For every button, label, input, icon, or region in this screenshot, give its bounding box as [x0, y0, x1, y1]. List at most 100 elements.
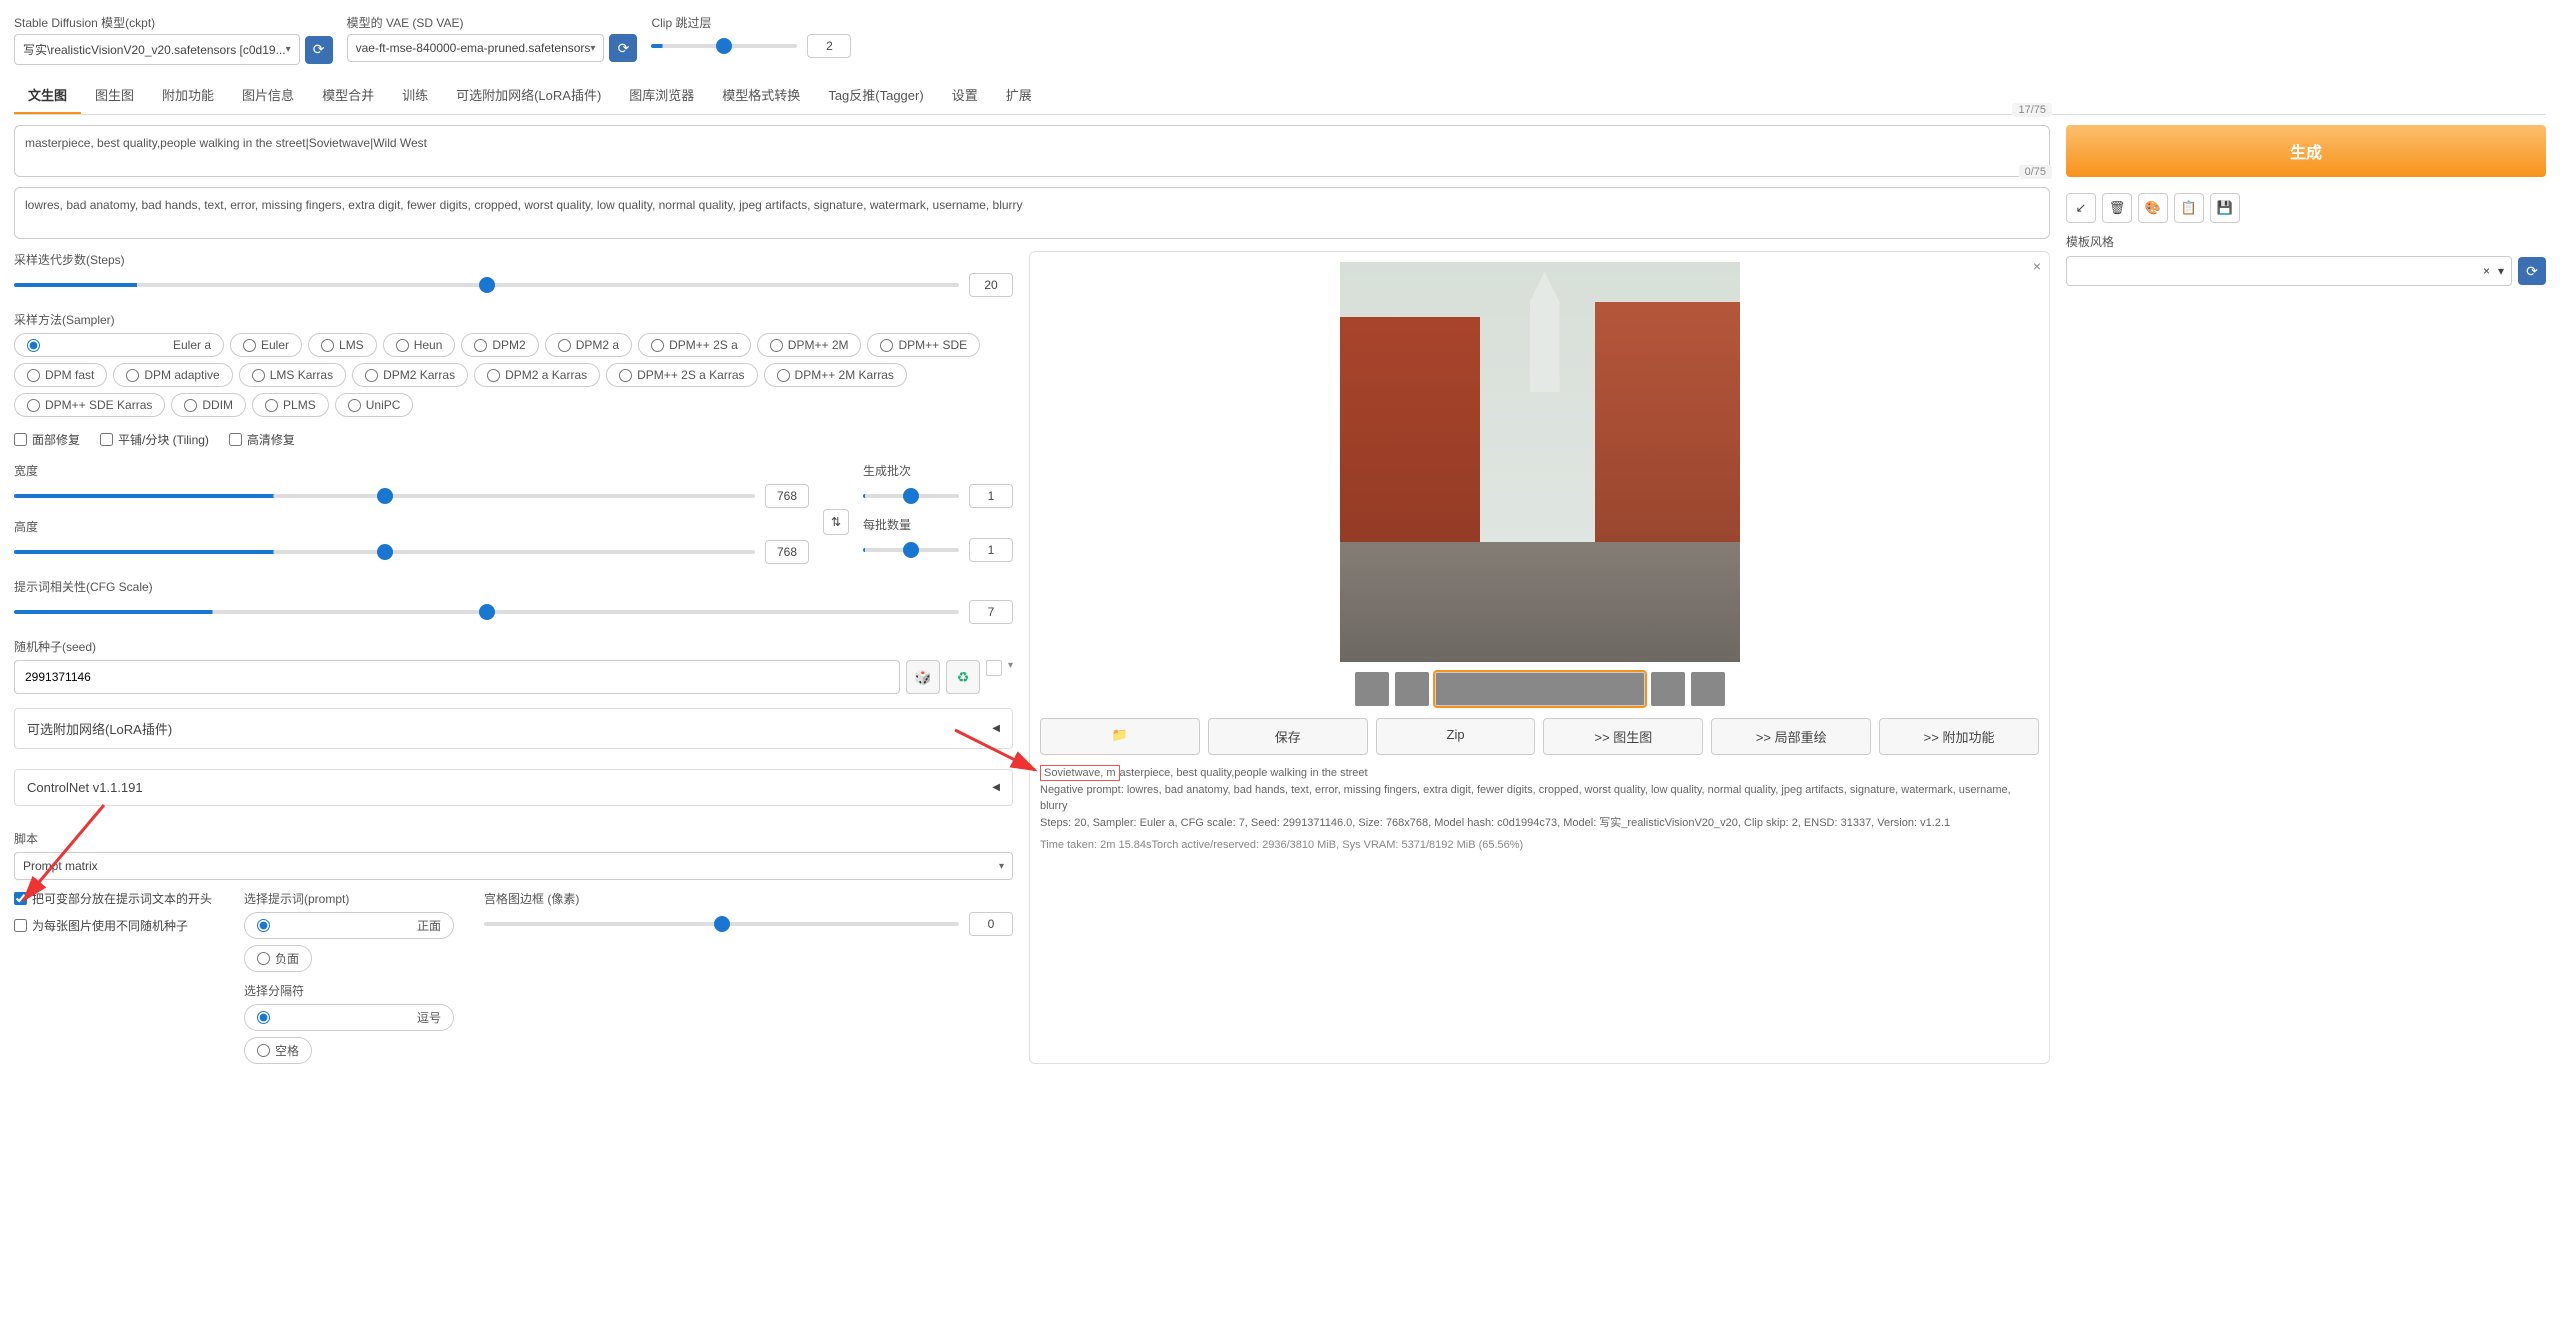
- tool-clipboard-button[interactable]: 📋: [2174, 193, 2204, 223]
- seed-dice-button[interactable]: 🎲: [906, 660, 940, 694]
- delim-comma-radio[interactable]: 逗号: [244, 1004, 454, 1031]
- sampler-unipc[interactable]: UniPC: [335, 393, 414, 417]
- steps-slider[interactable]: [14, 283, 959, 287]
- positive-prompt[interactable]: masterpiece, best quality,people walking…: [14, 125, 2050, 177]
- hires-check[interactable]: 高清修复: [229, 431, 295, 448]
- generated-image[interactable]: [1340, 262, 1740, 662]
- steps-value[interactable]: 20: [969, 273, 1013, 297]
- sampler-euler[interactable]: Euler: [230, 333, 302, 357]
- sampler-dpm-sde[interactable]: DPM++ SDE: [867, 333, 980, 357]
- tool-arrow-button[interactable]: ↙: [2066, 193, 2096, 223]
- batch-size-slider[interactable]: [863, 548, 959, 552]
- sampler-lms[interactable]: LMS: [308, 333, 377, 357]
- tab-7[interactable]: 图库浏览器: [615, 77, 708, 114]
- tab-10[interactable]: 设置: [938, 77, 992, 114]
- sampler-ddim[interactable]: DDIM: [171, 393, 246, 417]
- width-slider[interactable]: [14, 494, 755, 498]
- ckpt-select[interactable]: 写实\realisticVisionV20_v20.safetensors [c…: [14, 34, 300, 65]
- sampler-dpm-2m-karras[interactable]: DPM++ 2M Karras: [764, 363, 907, 387]
- thumbnail-3[interactable]: [1651, 672, 1685, 706]
- prompt-pos-radio[interactable]: 正面: [244, 912, 454, 939]
- vae-select[interactable]: vae-ft-mse-840000-ema-pruned.safetensors…: [347, 34, 605, 62]
- send-img2img-button[interactable]: >> 图生图: [1543, 718, 1703, 755]
- style-select[interactable]: ×▾: [2066, 256, 2512, 286]
- lora-collapse[interactable]: 可选附加网络(LoRA插件)◀: [14, 708, 1013, 749]
- ckpt-refresh-button[interactable]: ⟳: [305, 36, 333, 64]
- open-folder-button[interactable]: 📁: [1040, 718, 1200, 755]
- sampler-dpm2-karras[interactable]: DPM2 Karras: [352, 363, 468, 387]
- batch-count-slider[interactable]: [863, 494, 959, 498]
- generate-button[interactable]: 生成: [2066, 125, 2546, 177]
- save-button[interactable]: 保存: [1208, 718, 1368, 755]
- tab-9[interactable]: Tag反推(Tagger): [814, 77, 937, 114]
- tab-0[interactable]: 文生图: [14, 77, 81, 114]
- script-select[interactable]: Prompt matrix▾: [14, 852, 1013, 880]
- generation-meta: Sovietwave, masterpiece, best quality,pe…: [1040, 765, 2039, 854]
- margin-value[interactable]: 0: [969, 912, 1013, 936]
- tab-6[interactable]: 可选附加网络(LoRA插件): [442, 77, 615, 114]
- tab-8[interactable]: 模型格式转换: [708, 77, 814, 114]
- controlnet-collapse[interactable]: ControlNet v1.1.191◀: [14, 769, 1013, 806]
- tool-palette-button[interactable]: 🎨: [2138, 193, 2168, 223]
- tab-4[interactable]: 模型合并: [308, 77, 388, 114]
- vae-refresh-button[interactable]: ⟳: [609, 34, 637, 62]
- script-var-prefix-check[interactable]: 把可变部分放在提示词文本的开头: [14, 890, 214, 907]
- sampler-lms-karras[interactable]: LMS Karras: [239, 363, 346, 387]
- seed-extra-check[interactable]: [986, 660, 1002, 676]
- face-restore-check[interactable]: 面部修复: [14, 431, 80, 448]
- sampler-dpm-fast[interactable]: DPM fast: [14, 363, 107, 387]
- output-panel: × 📁 保存 Zip >> 图生图 >> 局部重绘 >> 附加功能 Soviet…: [1029, 251, 2050, 1064]
- swap-dims-button[interactable]: ⇅: [823, 509, 849, 535]
- style-refresh-button[interactable]: ⟳: [2518, 257, 2546, 285]
- negative-prompt[interactable]: lowres, bad anatomy, bad hands, text, er…: [14, 187, 2050, 239]
- send-extras-button[interactable]: >> 附加功能: [1879, 718, 2039, 755]
- sampler-plms[interactable]: PLMS: [252, 393, 329, 417]
- tab-11[interactable]: 扩展: [992, 77, 1046, 114]
- tool-trash-button[interactable]: 🗑: [2102, 193, 2132, 223]
- clip-slider[interactable]: [651, 44, 797, 48]
- width-label: 宽度: [14, 462, 809, 479]
- batch-size-value[interactable]: 1: [969, 538, 1013, 562]
- sampler-dpm-2m[interactable]: DPM++ 2M: [757, 333, 862, 357]
- sampler-heun[interactable]: Heun: [383, 333, 456, 357]
- width-value[interactable]: 768: [765, 484, 809, 508]
- tool-save-button[interactable]: 💾: [2210, 193, 2240, 223]
- margin-slider[interactable]: [484, 922, 959, 926]
- sampler-dpm-2s-a[interactable]: DPM++ 2S a: [638, 333, 751, 357]
- tiling-check[interactable]: 平铺/分块 (Tiling): [100, 431, 209, 448]
- prompt-neg-radio[interactable]: 负面: [244, 945, 312, 972]
- sampler-dpm2-a[interactable]: DPM2 a: [545, 333, 632, 357]
- thumbnail-4[interactable]: [1691, 672, 1725, 706]
- sampler-euler-a[interactable]: Euler a: [14, 333, 224, 357]
- height-value[interactable]: 768: [765, 540, 809, 564]
- height-slider[interactable]: [14, 550, 755, 554]
- thumbnail-1[interactable]: [1395, 672, 1429, 706]
- tab-2[interactable]: 附加功能: [148, 77, 228, 114]
- script-diff-seed-check[interactable]: 为每张图片使用不同随机种子: [14, 917, 214, 934]
- seed-label: 随机种子(seed): [14, 638, 1013, 655]
- tab-5[interactable]: 训练: [388, 77, 442, 114]
- thumbnail-0[interactable]: [1355, 672, 1389, 706]
- delim-space-radio[interactable]: 空格: [244, 1037, 312, 1064]
- seed-recycle-button[interactable]: ♻: [946, 660, 980, 694]
- sampler-dpm-2s-a-karras[interactable]: DPM++ 2S a Karras: [606, 363, 757, 387]
- thumbnail-2[interactable]: [1435, 672, 1645, 706]
- main-tabs: 文生图图生图附加功能图片信息模型合并训练可选附加网络(LoRA插件)图库浏览器模…: [14, 77, 2546, 115]
- sampler-dpm2-a-karras[interactable]: DPM2 a Karras: [474, 363, 600, 387]
- tab-1[interactable]: 图生图: [81, 77, 148, 114]
- tab-3[interactable]: 图片信息: [228, 77, 308, 114]
- sampler-dpm-adaptive[interactable]: DPM adaptive: [113, 363, 232, 387]
- margin-label: 宫格图边框 (像素): [484, 890, 1013, 907]
- close-icon[interactable]: ×: [2033, 258, 2041, 274]
- seed-input[interactable]: [14, 660, 900, 694]
- sampler-dpm2[interactable]: DPM2: [461, 333, 538, 357]
- batch-count-value[interactable]: 1: [969, 484, 1013, 508]
- cfg-value[interactable]: 7: [969, 600, 1013, 624]
- clip-value[interactable]: 2: [807, 34, 851, 58]
- zip-button[interactable]: Zip: [1376, 718, 1536, 755]
- send-inpaint-button[interactable]: >> 局部重绘: [1711, 718, 1871, 755]
- chevron-down-icon: ▾: [286, 44, 291, 55]
- sampler-dpm-sde-karras[interactable]: DPM++ SDE Karras: [14, 393, 165, 417]
- cfg-slider[interactable]: [14, 610, 959, 614]
- sampler-group: Euler aEulerLMSHeunDPM2DPM2 aDPM++ 2S aD…: [14, 333, 1013, 417]
